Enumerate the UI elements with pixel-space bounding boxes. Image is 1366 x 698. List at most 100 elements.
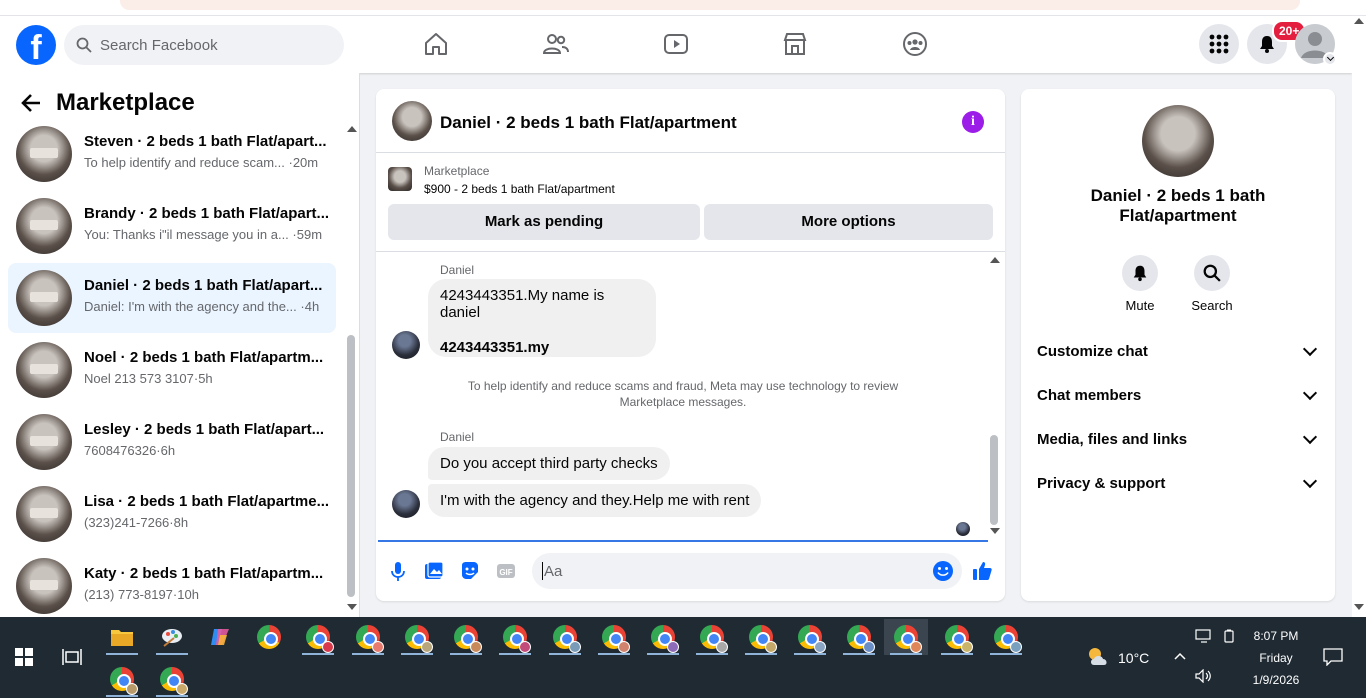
page-scroll-down-icon[interactable] (1354, 604, 1364, 610)
friends-icon[interactable] (540, 28, 572, 60)
battery-icon[interactable] (1222, 629, 1236, 643)
groups-icon[interactable] (899, 28, 931, 60)
windows-start-icon[interactable] (2, 639, 46, 675)
sticker-icon[interactable] (458, 559, 482, 583)
info-icon[interactable]: i (962, 111, 984, 133)
conversation-title: Katy · 2 beds 1 bath Flat/apartm... (84, 565, 324, 582)
gif-icon[interactable]: GIF (494, 559, 518, 583)
conversation-snippet: Daniel: I'm with the agency and the... ·… (84, 299, 320, 314)
conversation-item-active[interactable]: Daniel · 2 beds 1 bath Flat/apart... Dan… (8, 263, 336, 333)
profile-avatar[interactable] (1142, 105, 1214, 177)
chat-avatar[interactable] (392, 101, 432, 141)
search-bar[interactable]: Search Facebook (64, 25, 344, 65)
chat-header: Daniel · 2 beds 1 bath Flat/apartment i (376, 89, 1005, 153)
conversation-title: Lesley · 2 beds 1 bath Flat/apart... (84, 421, 325, 438)
search-button[interactable]: Search (1182, 255, 1242, 313)
listing-thumbnail (16, 558, 72, 614)
more-options-button[interactable]: More options (704, 204, 993, 240)
conversation-item[interactable]: Noel · 2 beds 1 bath Flat/apartm... Noel… (8, 335, 336, 405)
notification-center-icon[interactable] (1323, 648, 1343, 666)
chevron-down-icon (1302, 473, 1318, 489)
mark-as-pending-button[interactable]: Mark as pending (388, 204, 700, 240)
task-view-icon[interactable] (50, 639, 94, 675)
chrome-profile-icon[interactable] (543, 619, 587, 655)
chat-scroll-down-icon[interactable] (990, 528, 1000, 534)
weather-icon[interactable] (1086, 645, 1112, 667)
chrome-profile-icon[interactable] (346, 619, 390, 655)
home-icon[interactable] (420, 28, 452, 60)
chrome-profile-icon[interactable] (100, 661, 144, 697)
chrome-profile-icon[interactable] (296, 619, 340, 655)
scroll-down-arrow-icon[interactable] (347, 604, 357, 610)
page-scroll-up-icon[interactable] (1354, 18, 1364, 24)
privacy-support-row[interactable]: Privacy & support (1037, 471, 1321, 495)
chat-title[interactable]: Daniel · 2 beds 1 bath Flat/apartment (440, 113, 737, 133)
chrome-profile-icon[interactable] (739, 619, 783, 655)
conversation-item[interactable]: Katy · 2 beds 1 bath Flat/apartm... (213… (8, 551, 336, 621)
listing-thumbnail (16, 342, 72, 398)
grid-icon (1209, 34, 1229, 54)
photo-icon[interactable] (422, 559, 446, 583)
conversation-item[interactable]: Lesley · 2 beds 1 bath Flat/apart... 760… (8, 407, 336, 477)
clock-day[interactable]: Friday (1244, 651, 1308, 665)
customize-chat-row[interactable]: Customize chat (1037, 339, 1321, 363)
sender-avatar[interactable] (392, 490, 420, 518)
clock-date[interactable]: 1/9/2026 (1244, 673, 1308, 687)
conversation-snippet: To help identify and reduce scam... ·20m (84, 155, 319, 170)
chrome-profile-icon[interactable] (837, 619, 881, 655)
chrome-profile-icon[interactable] (690, 619, 734, 655)
tray-expand-chevron-icon[interactable] (1173, 651, 1187, 661)
chrome-profile-icon[interactable] (788, 619, 832, 655)
chrome-profile-icon[interactable] (984, 619, 1028, 655)
clock-time[interactable]: 8:07 PM (1244, 629, 1308, 643)
account-avatar[interactable] (1295, 24, 1337, 66)
network-icon[interactable] (1195, 629, 1213, 643)
mute-button[interactable]: Mute (1110, 255, 1170, 313)
chat-scrollbar[interactable] (990, 435, 998, 525)
back-arrow-icon[interactable] (20, 92, 42, 114)
chat-members-row[interactable]: Chat members (1037, 383, 1321, 407)
watch-icon[interactable] (660, 28, 692, 60)
page-scrollbar[interactable] (1352, 16, 1366, 617)
list-scrollbar[interactable] (347, 335, 355, 597)
file-explorer-icon[interactable] (100, 619, 144, 655)
listing-thumbnail[interactable] (388, 167, 412, 191)
emoji-icon[interactable] (932, 560, 954, 582)
scroll-up-arrow-icon[interactable] (347, 126, 357, 132)
message-bubble[interactable]: 4243443351.My name is daniel 4243443351.… (428, 279, 656, 357)
microphone-icon[interactable] (386, 559, 410, 583)
thumbs-up-icon[interactable] (970, 559, 994, 583)
chat-scroll-up-icon[interactable] (990, 257, 1000, 263)
copilot-icon[interactable] (198, 619, 242, 655)
message-bubble[interactable]: Do you accept third party checks (428, 447, 670, 480)
search-placeholder: Search Facebook (100, 36, 218, 54)
sender-avatar[interactable] (392, 331, 420, 359)
chrome-icon[interactable] (247, 619, 291, 655)
volume-icon[interactable] (1195, 669, 1213, 683)
conversation-item[interactable]: Lisa · 2 beds 1 bath Flat/apartme... (32… (8, 479, 336, 549)
message-text: 4243443351.my (440, 339, 550, 356)
temperature[interactable]: 10°C (1118, 650, 1149, 666)
conversation-snippet: 7608476326·6h (84, 443, 176, 458)
menu-grid-button[interactable] (1199, 24, 1239, 64)
chrome-profile-icon[interactable] (150, 661, 194, 697)
facebook-logo[interactable]: f (16, 25, 56, 65)
chrome-profile-icon[interactable] (935, 619, 979, 655)
mute-label: Mute (1125, 298, 1155, 313)
listing-title[interactable]: $900 - 2 beds 1 bath Flat/apartment (424, 182, 615, 196)
chrome-profile-icon-active[interactable] (884, 619, 928, 655)
paint-app-icon[interactable] (150, 619, 194, 655)
message-bubble[interactable]: I'm with the agency and they.Help me wit… (428, 484, 762, 517)
row-label: Media, files and links (1037, 430, 1188, 448)
message-input[interactable]: Aa (532, 553, 962, 589)
media-files-links-row[interactable]: Media, files and links (1037, 427, 1321, 451)
chrome-profile-icon[interactable] (592, 619, 636, 655)
chrome-profile-icon[interactable] (493, 619, 537, 655)
conversation-item[interactable]: Steven · 2 beds 1 bath Flat/apart... To … (8, 119, 336, 189)
marketplace-icon[interactable] (779, 28, 811, 60)
chrome-profile-icon[interactable] (444, 619, 488, 655)
chrome-profile-icon[interactable] (395, 619, 439, 655)
chrome-profile-icon[interactable] (641, 619, 685, 655)
profile-title: Daniel · 2 beds 1 bath Flat/apartment (1090, 186, 1266, 225)
conversation-item[interactable]: Brandy · 2 beds 1 bath Flat/apart... You… (8, 191, 336, 261)
